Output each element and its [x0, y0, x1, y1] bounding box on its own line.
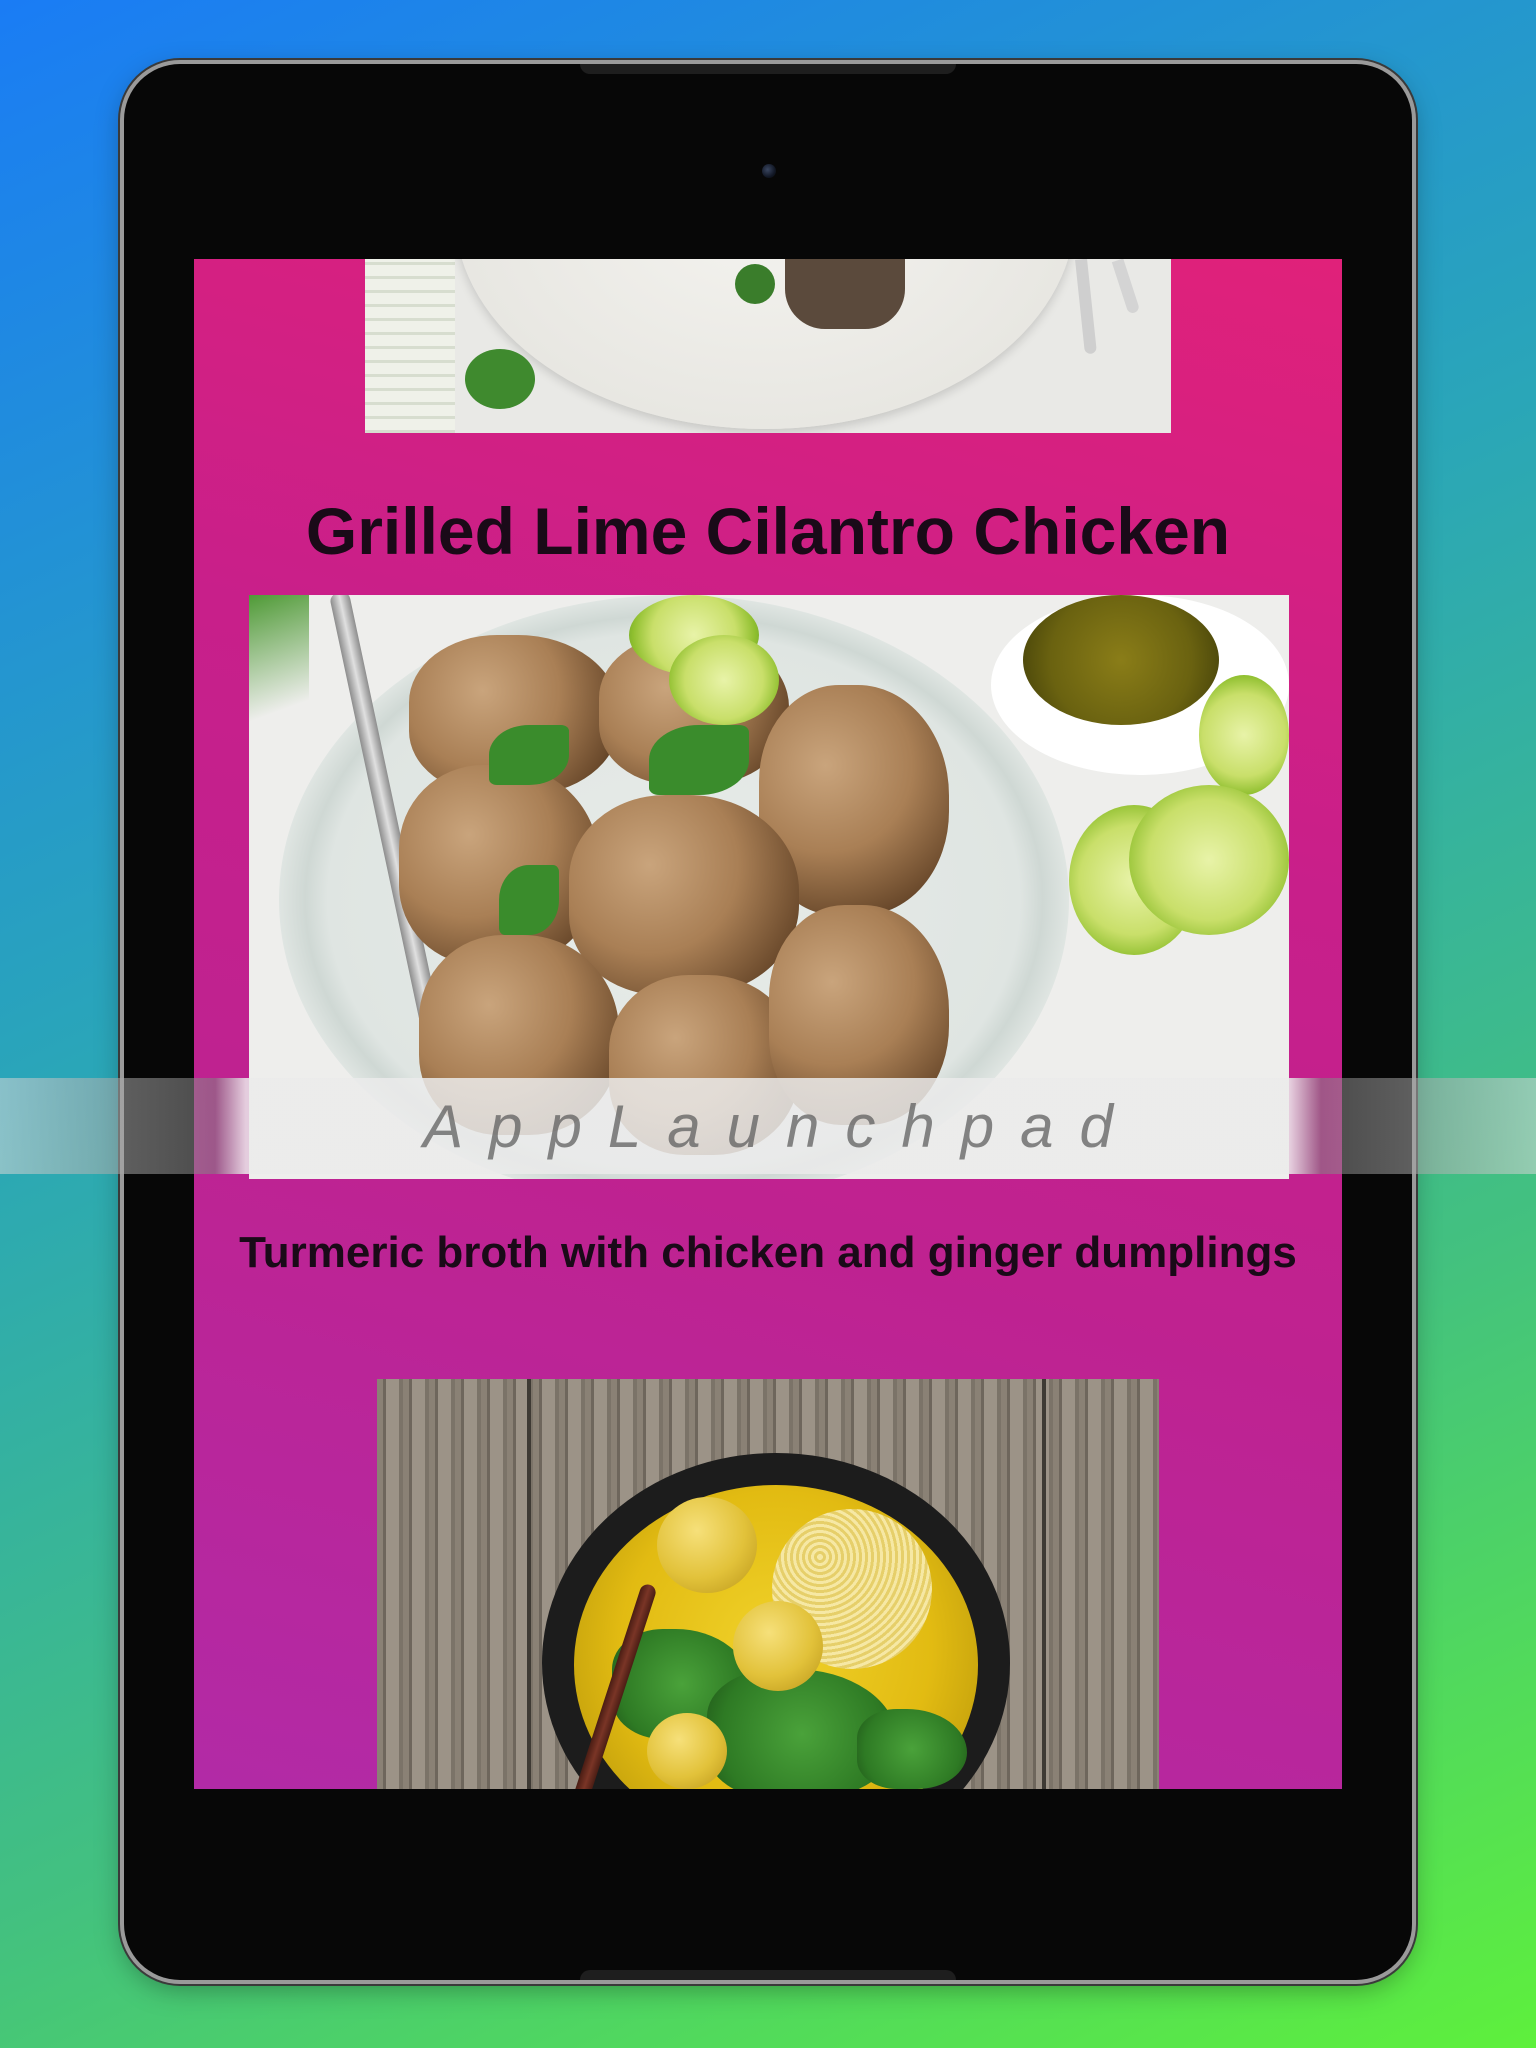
- wood-plank-seam: [1042, 1379, 1046, 1789]
- app-screen: Grilled Lime Cilantro Chicken Turmeric b…: [194, 259, 1342, 1789]
- recipe-title[interactable]: Turmeric broth with chicken and ginger d…: [194, 1225, 1342, 1281]
- cilantro-leaf-graphic: [649, 725, 749, 795]
- sauce-graphic: [1023, 595, 1219, 725]
- recipe-image-turmeric-broth[interactable]: [377, 1379, 1159, 1789]
- fork-graphic: [1075, 259, 1097, 355]
- watermark-text: AppLaunchpad: [423, 1092, 1139, 1160]
- chicken-piece-graphic: [569, 795, 799, 995]
- watermark-banner: AppLaunchpad: [0, 1078, 1536, 1174]
- recipe-title[interactable]: Grilled Lime Cilantro Chicken: [194, 491, 1342, 571]
- tablet-device-frame: Grilled Lime Cilantro Chicken Turmeric b…: [124, 64, 1412, 1980]
- tablet-top-edge: [580, 64, 956, 74]
- front-camera: [762, 164, 776, 178]
- lime-graphic: [1199, 675, 1289, 795]
- meat-graphic: [785, 259, 905, 329]
- recipe-image-previous[interactable]: [365, 259, 1171, 433]
- cilantro-graphic: [465, 349, 535, 409]
- cilantro-leaf-graphic: [499, 865, 559, 935]
- dumpling-graphic: [647, 1713, 727, 1789]
- napkin-graphic: [365, 259, 455, 433]
- lime-slice-graphic: [669, 635, 779, 725]
- tablet-bottom-edge: [580, 1970, 956, 1980]
- wood-plank-seam: [527, 1379, 531, 1789]
- dumpling-graphic: [733, 1601, 823, 1691]
- knife-graphic: [1111, 259, 1141, 315]
- lime-wedge-graphic: [1129, 785, 1289, 935]
- dumpling-graphic: [657, 1497, 757, 1593]
- cilantro-leaf-graphic: [489, 725, 569, 785]
- cilantro-sprig-graphic: [249, 595, 309, 755]
- herb-graphic: [735, 264, 775, 304]
